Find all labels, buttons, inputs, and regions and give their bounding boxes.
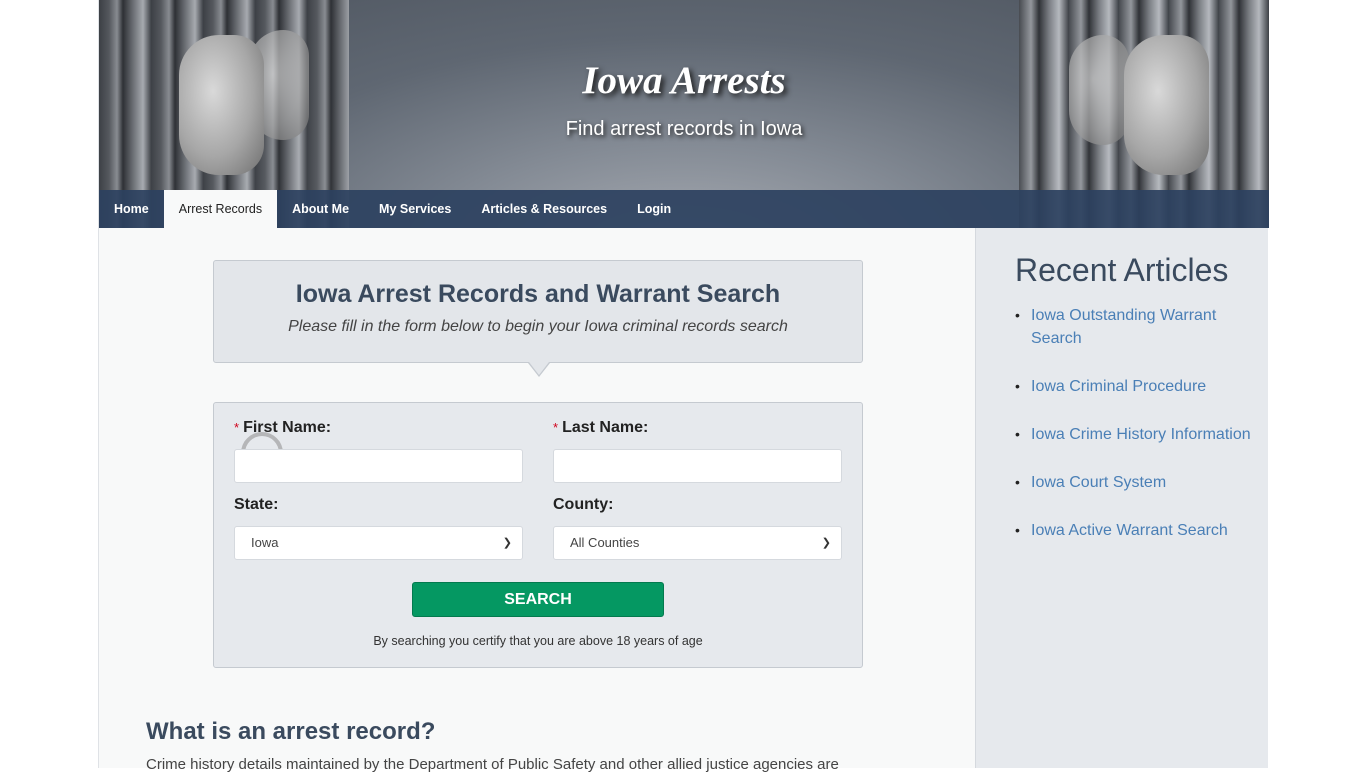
article-link[interactable]: Iowa Criminal Procedure [1031,378,1206,395]
list-item: • Iowa Outstanding Warrant Search [1015,304,1265,350]
main-nav: Home Arrest Records About Me My Services… [99,190,1269,228]
state-select[interactable]: Iowa ❯ [234,526,523,560]
age-certify-text: By searching you certify that you are ab… [373,634,703,648]
bullet-icon: • [1015,522,1020,538]
article-link[interactable]: Iowa Crime History Information [1031,426,1251,443]
last-name-field: * Last Name: [553,419,842,483]
article-link[interactable]: Iowa Outstanding Warrant Search [1031,307,1216,347]
county-selected-value: All Counties [570,535,640,550]
header-banner: Iowa Arrests Find arrest records in Iowa… [99,0,1269,228]
last-name-input[interactable] [553,449,842,483]
sidebar: Recent Articles • Iowa Outstanding Warran… [975,228,1268,768]
site-subtitle: Find arrest records in Iowa [565,118,803,140]
first-name-field: * First Name: [234,419,523,483]
bullet-icon: • [1015,307,1020,323]
search-form: * First Name: * Last Name: State: Iowa ❯ C… [213,402,863,668]
recent-articles-title: Recent Articles [1015,252,1229,288]
main-content: Iowa Arrest Records and Warrant Search P… [99,228,975,773]
hand-image [1124,35,1209,175]
recent-articles-list: • Iowa Outstanding Warrant Search • Iowa C… [1015,304,1265,567]
nav-about-me[interactable]: About Me [277,190,364,228]
county-label: County: [553,496,614,513]
required-marker: * [553,420,559,435]
section-heading: What is an arrest record? [146,718,436,745]
list-item: • Iowa Court System [1015,471,1265,494]
first-name-label: * First Name: [234,419,332,436]
chevron-down-icon: ❯ [821,537,831,549]
nav-my-services[interactable]: My Services [364,190,466,228]
site-title[interactable]: Iowa Arrests [99,58,1269,103]
page: Iowa Arrests Find arrest records in Iowa… [98,0,1269,773]
last-name-label: * Last Name: [553,419,649,436]
hand-image [179,35,264,175]
state-label: State: [234,496,279,513]
county-select[interactable]: All Counties ❯ [553,526,842,560]
county-field: County: All Counties ❯ [553,496,842,560]
bullet-icon: • [1015,474,1020,490]
list-item: • Iowa Crime History Information [1015,423,1265,446]
nav-arrest-records[interactable]: Arrest Records [163,190,278,228]
state-field: State: Iowa ❯ [234,496,523,560]
search-subtitle: Please fill in the form below to begin y… [288,318,788,335]
nav-home[interactable]: Home [99,190,164,228]
bullet-icon: • [1015,426,1020,442]
search-button[interactable]: SEARCH [412,582,664,617]
list-item: • Iowa Criminal Procedure [1015,375,1265,398]
list-item: • Iowa Active Warrant Search [1015,519,1265,542]
nav-articles-resources[interactable]: Articles & Resources [466,190,622,228]
nav-login[interactable]: Login [622,190,686,228]
article-link[interactable]: Iowa Active Warrant Search [1031,522,1228,539]
bullet-icon: • [1015,378,1020,394]
first-name-input[interactable] [234,449,523,483]
article-link[interactable]: Iowa Court System [1031,474,1166,491]
section-paragraph: Crime history details maintained by the … [146,756,839,773]
search-title: Iowa Arrest Records and Warrant Search [295,280,781,308]
search-intro-box: Iowa Arrest Records and Warrant Search P… [213,260,863,377]
chevron-down-icon: ❯ [502,537,512,549]
state-selected-value: Iowa [251,535,279,550]
required-marker: * [234,420,240,435]
